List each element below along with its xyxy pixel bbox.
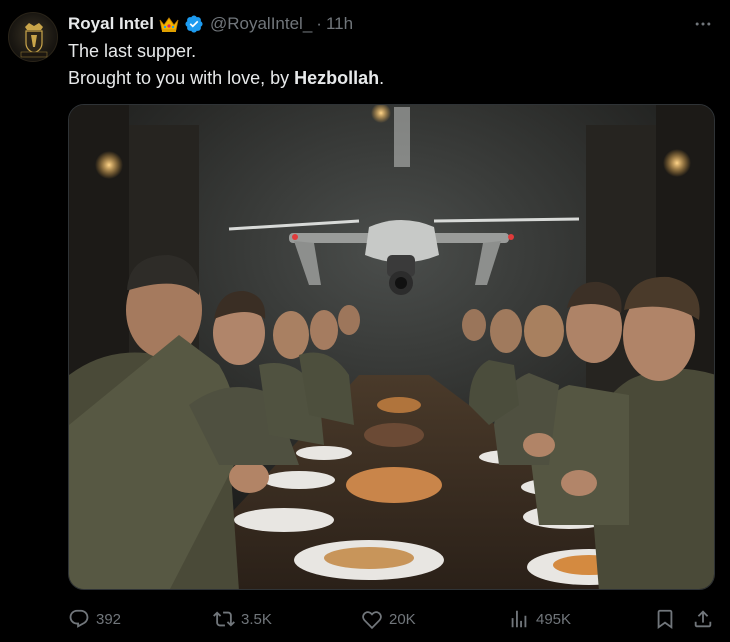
like-button[interactable]: 20K xyxy=(361,606,416,632)
views-count: 495K xyxy=(536,610,572,628)
tweet-text-plain: Brought to you with love, by xyxy=(68,68,295,88)
author-avatar[interactable] xyxy=(8,12,58,62)
repost-button[interactable]: 3.5K xyxy=(213,606,272,632)
repost-count: 3.5K xyxy=(241,610,272,628)
tweet-text-suffix: . xyxy=(379,68,385,88)
tweet-timestamp[interactable]: 11h xyxy=(326,14,353,34)
bookmark-icon xyxy=(654,608,676,630)
tweet-text-bold: Hezbollah xyxy=(294,68,380,88)
views-button[interactable]: 495K xyxy=(508,606,571,632)
author-name[interactable]: Royal Intel xyxy=(68,14,154,34)
media-illustration xyxy=(69,105,714,589)
author-handle[interactable]: @RoyalIntel_ xyxy=(210,14,312,34)
heart-icon xyxy=(361,608,383,630)
views-chart-icon xyxy=(508,608,530,630)
tweet-media-image[interactable] xyxy=(68,104,715,590)
verified-badge-icon[interactable] xyxy=(184,14,204,34)
tweet-actions: 392 3.5K 20K 495K xyxy=(68,606,718,632)
like-count: 20K xyxy=(389,610,416,628)
separator-dot: · xyxy=(316,14,322,33)
reply-button[interactable]: 392 xyxy=(68,606,121,632)
bookmark-button[interactable] xyxy=(654,606,676,632)
royal-intel-logo-icon xyxy=(20,23,48,58)
share-icon xyxy=(692,608,714,630)
crown-emoji-icon xyxy=(158,14,180,34)
share-button[interactable] xyxy=(692,606,714,632)
tweet-text-line2: Brought to you with love, by Hezbollah. xyxy=(68,65,384,92)
repost-icon xyxy=(213,608,235,630)
reply-icon xyxy=(68,608,90,630)
more-options-icon[interactable] xyxy=(692,14,714,34)
reply-count: 392 xyxy=(96,610,122,628)
tweet-text-line1: The last supper. xyxy=(68,41,197,61)
tweet-text: The last supper. Brought to you with lov… xyxy=(68,38,384,92)
tweet-header: Royal Intel @RoyalIntel_ · 11h xyxy=(68,12,353,36)
